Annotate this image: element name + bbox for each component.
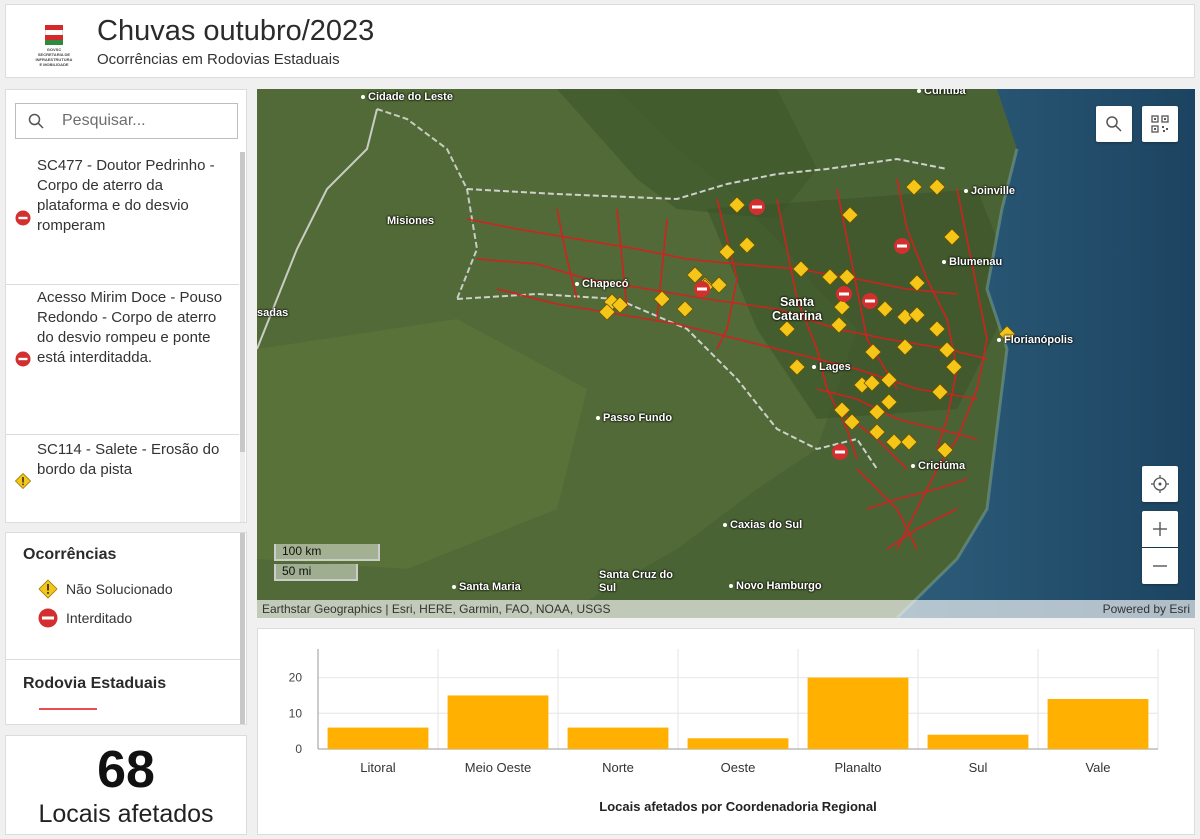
scale-bar-mi: 50 mi xyxy=(274,564,358,581)
search-box[interactable] xyxy=(15,103,238,139)
x-tick-label: Litoral xyxy=(360,760,396,775)
bar[interactable] xyxy=(1047,699,1149,749)
locate-icon xyxy=(1151,475,1169,493)
x-tick-label: Oeste xyxy=(721,760,756,775)
legend-scrollbar[interactable] xyxy=(240,533,245,724)
bar[interactable] xyxy=(327,727,429,749)
plus-icon xyxy=(1153,522,1167,536)
sc-flag-icon xyxy=(45,25,63,45)
map-label: Lages xyxy=(812,361,851,373)
legend-title: Ocorrências xyxy=(23,546,117,563)
x-tick-label: Meio Oeste xyxy=(465,760,531,775)
minus-icon xyxy=(1153,565,1167,567)
chart-panel: 0 10 20 Litoral Meio Oeste Norte Oeste Planalto… xyxy=(257,628,1195,835)
scale-bar-km: 100 km xyxy=(274,544,380,561)
legend-label: Não Solucionado xyxy=(66,581,173,597)
locate-button[interactable] xyxy=(1142,466,1178,502)
search-icon xyxy=(1106,116,1122,132)
bar[interactable] xyxy=(447,695,549,749)
region-label: Santa Catarina xyxy=(771,295,823,323)
warning-diamond-icon xyxy=(15,473,31,489)
list-item-title: SC114 - Salete - Erosão do bordo da pist… xyxy=(37,441,220,478)
legend-label: Interditado xyxy=(66,610,133,626)
list-scrollbar[interactable] xyxy=(240,152,245,522)
map-label: Novo Hamburgo xyxy=(729,580,822,592)
map-label: Caxias do Sul xyxy=(723,519,802,531)
map-view[interactable]: Cidade do Leste Curitiba Joinville Misio… xyxy=(257,89,1195,618)
map-attribution: Earthstar Geographics | Esri, HERE, Garm… xyxy=(257,600,1195,618)
road-line-swatch xyxy=(39,708,97,710)
map-label: Passo Fundo xyxy=(596,412,672,424)
bar[interactable] xyxy=(687,738,789,749)
map-label: Misiones xyxy=(387,215,435,227)
qr-code-button[interactable] xyxy=(1142,106,1178,142)
list-item[interactable]: SC477 - Doutor Pedrinho - Corpo de aterr… xyxy=(6,152,239,285)
no-entry-icon xyxy=(38,608,58,628)
x-axis-label: Locais afetados por Coordenadoria Region… xyxy=(599,799,876,814)
x-tick-label: Planalto xyxy=(835,760,882,775)
bar[interactable] xyxy=(807,677,909,749)
x-tick-label: Vale xyxy=(1085,760,1110,775)
header: GOVSC SECRETARIA DE INFRAESTRUTURA E MOB… xyxy=(5,4,1195,78)
list-item-title: Acesso Mirim Doce - Pouso Redondo - Corp… xyxy=(37,289,223,366)
legend-divider xyxy=(6,659,242,660)
map-search-button[interactable] xyxy=(1096,106,1132,142)
legend-panel: Ocorrências Não Solucionado Interditado … xyxy=(5,532,247,725)
bar[interactable] xyxy=(567,727,669,749)
zoom-in-button[interactable] xyxy=(1142,511,1178,547)
map-label: Santa Maria xyxy=(452,581,521,593)
map-label: Santa Cruz do Sul xyxy=(599,569,673,594)
bar[interactable] xyxy=(927,734,1029,749)
search-input[interactable] xyxy=(62,104,232,138)
list-item-title: SC477 - Doutor Pedrinho - Corpo de aterr… xyxy=(37,157,215,234)
bar-chart: 0 10 20 Litoral Meio Oeste Norte Oeste Planalto… xyxy=(289,649,1159,814)
map-label: Florianópolis xyxy=(997,334,1073,346)
attribution-text: Earthstar Geographics | Esri, HERE, Garm… xyxy=(262,602,611,616)
powered-by-link[interactable]: Powered by Esri xyxy=(1103,600,1190,618)
no-entry-icon xyxy=(15,351,31,367)
map-label: Chapecó xyxy=(575,278,628,290)
search-icon xyxy=(28,113,44,129)
satellite-basemap xyxy=(257,89,1195,618)
no-entry-icon xyxy=(15,210,31,226)
kpi-card: 68 Locais afetados xyxy=(5,735,247,835)
map-label: Blumenau xyxy=(942,256,1002,268)
map-label: Curitiba xyxy=(917,89,966,97)
warning-diamond-icon xyxy=(38,579,58,599)
y-tick-label: 0 xyxy=(295,742,302,756)
zoom-out-button[interactable] xyxy=(1142,548,1178,584)
y-tick-label: 20 xyxy=(289,671,303,685)
x-tick-label: Sul xyxy=(969,760,988,775)
legend-roads-title: Rodovia Estaduais xyxy=(23,675,167,692)
x-tick-label: Norte xyxy=(602,760,634,775)
list-item[interactable]: Acesso Mirim Doce - Pouso Redondo - Corp… xyxy=(6,285,239,435)
map-label: Joinville xyxy=(964,185,1015,197)
map-label: sadas xyxy=(257,307,289,319)
qr-code-icon xyxy=(1151,115,1169,133)
page-subtitle: Ocorrências em Rodovias Estaduais xyxy=(97,51,340,68)
y-tick-label: 10 xyxy=(289,706,303,720)
list-item[interactable]: SC114 - Salete - Erosão do bordo da pist… xyxy=(6,435,239,522)
map-label: Criciúma xyxy=(911,460,965,472)
govsc-logo: GOVSC SECRETARIA DE INFRAESTRUTURA E MOB… xyxy=(34,23,74,67)
occurrence-list-panel: SC477 - Doutor Pedrinho - Corpo de aterr… xyxy=(5,89,247,523)
kpi-value: 68 xyxy=(97,741,155,799)
map-label: Cidade do Leste xyxy=(361,91,453,103)
scrollbar-thumb[interactable] xyxy=(240,152,245,452)
kpi-label: Locais afetados xyxy=(38,800,214,828)
logo-text: GOVSC SECRETARIA DE INFRAESTRUTURA E MOB… xyxy=(35,47,73,67)
page-title: Chuvas outubro/2023 xyxy=(97,15,375,47)
